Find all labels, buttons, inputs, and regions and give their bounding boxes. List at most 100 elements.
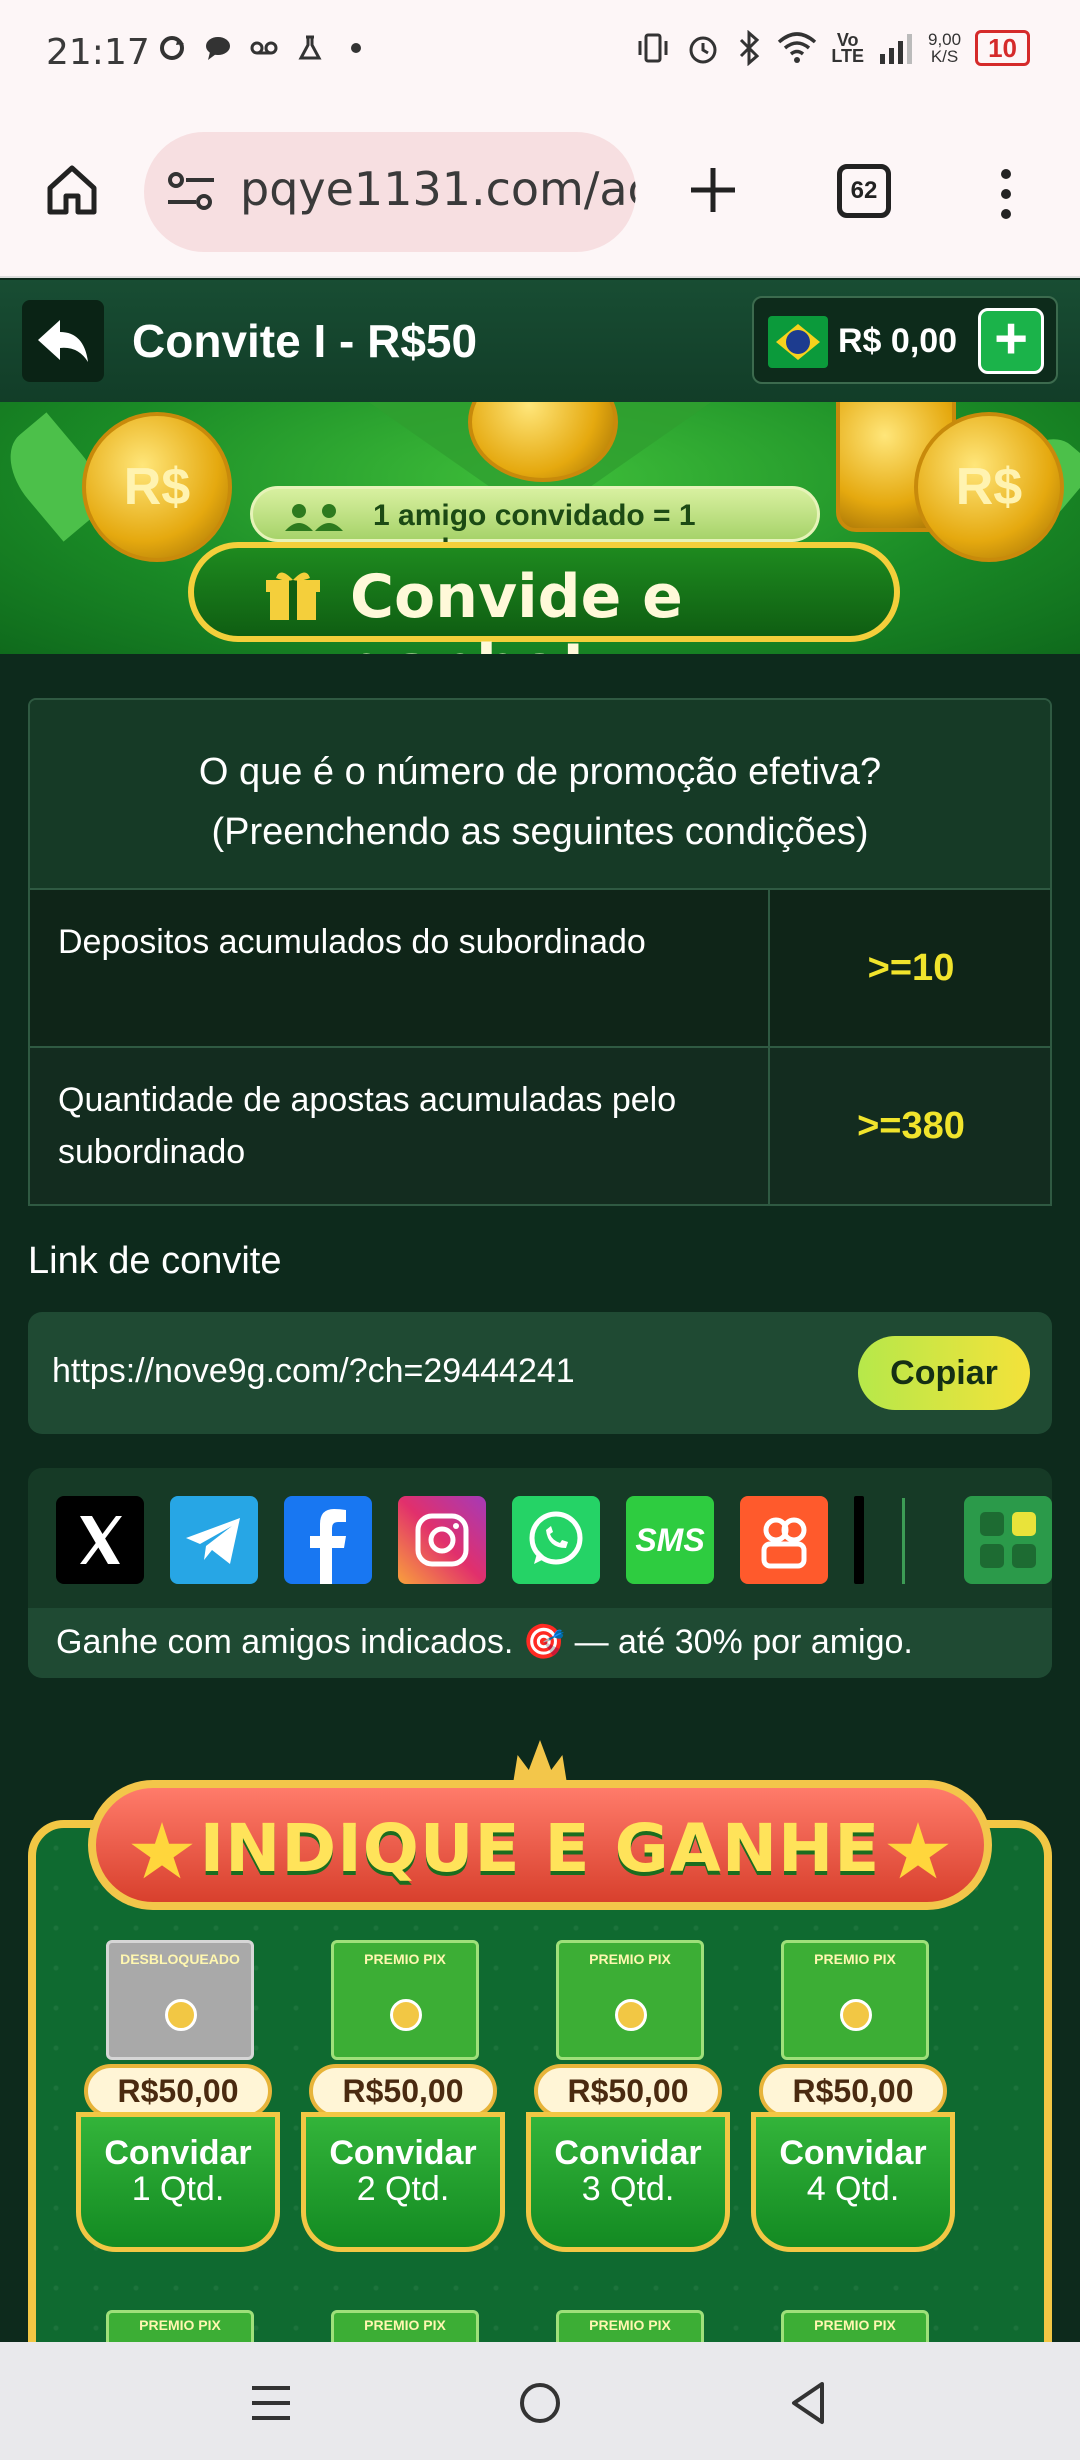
envelope-label: PREMIO PIX	[814, 1951, 896, 1967]
back-nav-icon[interactable]	[786, 2380, 832, 2426]
battery-indicator: 10	[975, 30, 1030, 66]
invite-count-button[interactable]: Convidar 3 Qtd.	[526, 2112, 730, 2252]
recent-apps-icon[interactable]	[248, 2380, 294, 2426]
share-message-bar: Ganhe com amigos indicados. 🎯 — até 30% …	[28, 1608, 1052, 1678]
network-speed: 9,00 K/S	[928, 31, 961, 65]
balance-amount: R$ 0,00	[838, 322, 958, 360]
condition-label: Depositos acumulados do subordinado	[58, 923, 646, 961]
status-bar: 21:17 Vo LTE 9,00 K/S 10	[0, 0, 1080, 110]
back-arrow-icon	[38, 320, 88, 362]
reward-card-1[interactable]: DESBLOQUEADO R$50,00 Convidar 1 Qtd.	[70, 1940, 284, 2260]
network-speed-unit: K/S	[930, 47, 959, 66]
home-nav-icon[interactable]	[517, 2380, 563, 2426]
promo-banner: R$ R$ 1 amigo convidado = 1 envelope Con…	[0, 402, 1080, 654]
envelope-label: PREMIO PIX	[139, 2317, 221, 2333]
reward-price: R$50,00	[84, 2064, 272, 2118]
more-apps-icon[interactable]	[964, 1496, 1052, 1584]
envelope-label: PREMIO PIX	[814, 2317, 896, 2333]
envelope-label: PREMIO PIX	[364, 2317, 446, 2333]
site-settings-icon[interactable]	[166, 170, 216, 214]
table-row: Quantidade de apostas acumuladas pelo su…	[30, 1048, 1050, 1204]
reward-card-2[interactable]: PREMIO PIX R$50,00 Convidar 2 Qtd.	[295, 1940, 509, 2260]
instagram-icon[interactable]	[398, 1496, 486, 1584]
reward-price: R$50,00	[534, 2064, 722, 2118]
new-tab-icon[interactable]	[685, 162, 741, 218]
flask-icon	[298, 35, 322, 60]
condition-label: Quantidade de apostas acumuladas pelo su…	[58, 1081, 677, 1171]
more-menu-icon[interactable]	[998, 168, 1014, 220]
url-text: pqye1131.com/act	[240, 162, 636, 216]
invite-count-button[interactable]: Convidar 2 Qtd.	[301, 2112, 505, 2252]
condition-value: >=10	[768, 890, 1050, 1046]
invite-action: Convidar	[779, 2134, 927, 2172]
envelope-label: PREMIO PIX	[364, 1951, 446, 1967]
reward-card-3[interactable]: PREMIO PIX R$50,00 Convidar 3 Qtd.	[520, 1940, 734, 2260]
sms-icon[interactable]: SMS	[626, 1496, 714, 1584]
deposit-button[interactable]: +	[978, 308, 1044, 374]
invite-link-box: https://nove9g.com/?ch=29444241 Copiar	[28, 1312, 1052, 1434]
signal-icon	[879, 34, 912, 64]
envelope-icon: PREMIO PIX	[331, 1940, 479, 2060]
kwai-icon[interactable]	[740, 1496, 828, 1584]
rewards-ribbon: INDIQUE E GANHE	[88, 1780, 992, 1910]
vibrate-icon	[638, 33, 668, 63]
reward-price: R$50,00	[309, 2064, 497, 2118]
promotion-conditions-table: O que é o número de promoção efetiva? (P…	[28, 698, 1052, 1206]
sync-icon	[160, 36, 184, 60]
invite-cta-banner: Convide e ganhe!	[188, 542, 900, 654]
x-icon[interactable]	[56, 1496, 144, 1584]
app-header: Convite I - R$50 R$ 0,00 +	[0, 280, 1080, 402]
facebook-icon[interactable]	[284, 1496, 372, 1584]
invite-link-label: Link de convite	[28, 1240, 282, 1282]
address-bar[interactable]: pqye1131.com/act	[144, 132, 636, 252]
page-title: Convite I - R$50	[132, 315, 478, 367]
clock: 21:17	[46, 32, 150, 73]
friends-icon	[285, 504, 343, 531]
envelope-seal	[615, 1999, 647, 2031]
invite-quantity: 2 Qtd.	[356, 2170, 450, 2208]
dot-icon	[351, 43, 361, 53]
lte-text: LTE	[831, 46, 864, 66]
envelope-seal	[840, 1999, 872, 2031]
cta-text: Convide e ganhe!	[350, 562, 683, 654]
envelope-seal	[390, 1999, 422, 2031]
invite-count-button[interactable]: Convidar 4 Qtd.	[751, 2112, 955, 2252]
invite-action: Convidar	[329, 2134, 477, 2172]
envelope-icon: PREMIO PIX	[781, 1940, 929, 2060]
envelope-locked-icon: DESBLOQUEADO	[106, 1940, 254, 2060]
invite-link-url[interactable]: https://nove9g.com/?ch=29444241	[52, 1352, 575, 1391]
share-panel: SMS Ganhe com amigos indicados. 🎯 — até …	[28, 1468, 1052, 1678]
system-navigation-bar	[0, 2342, 1080, 2460]
condition-value: >=380	[768, 1048, 1050, 1204]
telegram-icon[interactable]	[170, 1496, 258, 1584]
tab-switcher-button[interactable]: 62	[837, 164, 891, 218]
invite-action: Convidar	[554, 2134, 702, 2172]
alarm-icon	[689, 36, 717, 64]
coin-left: R$	[82, 412, 232, 562]
whatsapp-icon[interactable]	[512, 1496, 600, 1584]
invite-quantity: 1 Qtd.	[131, 2170, 225, 2208]
system-icons: Vo LTE 9,00 K/S 10	[635, 30, 1030, 66]
invite-count-button[interactable]: Convidar 1 Qtd.	[76, 2112, 280, 2252]
reward-card-4[interactable]: PREMIO PIX R$50,00 Convidar 4 Qtd.	[745, 1940, 959, 2260]
envelope-label: PREMIO PIX	[589, 2317, 671, 2333]
wifi-icon	[778, 32, 817, 63]
wallet-balance: R$ 0,00 +	[752, 296, 1058, 384]
tiktok-icon[interactable]	[854, 1496, 864, 1584]
share-message: Ganhe com amigos indicados. 🎯 — até 30% …	[56, 1623, 913, 1661]
coin-right: R$	[914, 412, 1064, 562]
invite-quantity: 3 Qtd.	[581, 2170, 675, 2208]
envelope-label: DESBLOQUEADO	[120, 1951, 240, 1967]
envelope-icon: PREMIO PIX	[556, 1940, 704, 2060]
reward-price: R$50,00	[759, 2064, 947, 2118]
table-row: Depositos acumulados do subordinado >=10	[30, 890, 1050, 1048]
conditions-header: O que é o número de promoção efetiva? (P…	[30, 700, 1050, 890]
invite-quantity: 4 Qtd.	[806, 2170, 900, 2208]
envelope-label: PREMIO PIX	[589, 1951, 671, 1967]
copy-button[interactable]: Copiar	[858, 1336, 1030, 1410]
back-button[interactable]	[22, 300, 104, 382]
bluetooth-icon	[740, 30, 760, 66]
brazil-flag-icon	[768, 316, 828, 368]
invite-action: Convidar	[104, 2134, 252, 2172]
home-icon[interactable]	[42, 160, 102, 220]
